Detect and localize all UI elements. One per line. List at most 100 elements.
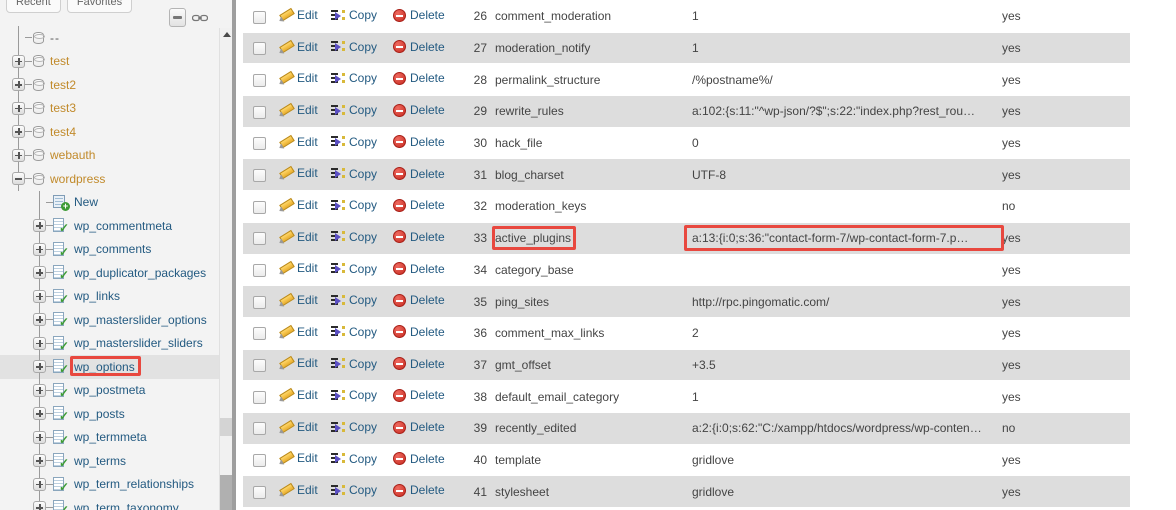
table-row[interactable]: Edit Copy Delete 29 rewrite_rules a:102:{s:11… (243, 95, 1130, 128)
delete-link[interactable]: Delete (393, 325, 445, 339)
edit-link[interactable]: Edit (279, 483, 318, 497)
table-row[interactable]: Edit Copy Delete 39 recently_edited a:2:{i:0;… (243, 411, 1130, 445)
tree-item-wp-terms[interactable]: ✓ wp_terms (0, 449, 219, 473)
row-select-cell[interactable] (243, 380, 275, 413)
row-select-cell[interactable] (243, 0, 275, 33)
tree-item-webauth[interactable]: webauth (0, 143, 219, 167)
row-checkbox[interactable] (252, 168, 266, 182)
expand-plus-icon[interactable] (33, 360, 46, 374)
copy-link[interactable]: Copy (331, 357, 377, 371)
table-row[interactable]: Edit Copy Delete 28 permalink_structure/%pos… (243, 63, 1130, 96)
delete-link[interactable]: Delete (393, 452, 445, 466)
edit-link[interactable]: Edit (279, 8, 318, 22)
row-select-cell[interactable] (243, 221, 275, 254)
delete-link[interactable]: Delete (393, 420, 445, 434)
copy-link[interactable]: Copy (331, 40, 377, 54)
row-checkbox[interactable] (252, 454, 266, 468)
edit-cell[interactable]: Edit (275, 158, 327, 191)
expand-plus-icon[interactable] (33, 313, 46, 327)
delete-cell[interactable]: Delete (389, 221, 461, 254)
collapse-minus-icon[interactable] (12, 172, 25, 186)
edit-cell[interactable]: Edit (275, 31, 327, 64)
row-select-cell[interactable] (243, 443, 275, 476)
collapse-all-icon[interactable] (169, 8, 186, 27)
copy-link[interactable]: Copy (331, 198, 377, 212)
table-row[interactable]: Edit Copy Delete 33 active_plugins a:13:{i:0;… (243, 221, 1130, 254)
copy-link[interactable]: Copy (331, 167, 377, 181)
row-checkbox[interactable] (252, 137, 266, 151)
delete-link[interactable]: Delete (393, 103, 445, 117)
tree-item-wp-duplicator-packages[interactable]: ✓ wp_duplicator_packages (0, 261, 219, 285)
row-checkbox[interactable] (252, 232, 266, 246)
row-checkbox[interactable] (252, 10, 266, 24)
delete-link[interactable]: Delete (393, 357, 445, 371)
copy-cell[interactable]: Copy (327, 190, 389, 223)
row-select-cell[interactable] (243, 158, 275, 191)
edit-cell[interactable]: Edit (275, 380, 327, 413)
delete-cell[interactable]: Delete (389, 253, 461, 286)
delete-cell[interactable]: Delete (389, 95, 461, 128)
delete-cell[interactable]: Delete (389, 31, 461, 64)
tree-item-test3[interactable]: test3 (0, 96, 219, 120)
edit-link[interactable]: Edit (279, 71, 318, 85)
delete-link[interactable]: Delete (393, 40, 445, 54)
tree-item-test[interactable]: test (0, 49, 219, 73)
delete-cell[interactable]: Delete (389, 475, 461, 508)
copy-cell[interactable]: Copy (327, 31, 389, 64)
delete-cell[interactable]: Delete (389, 411, 461, 445)
delete-cell[interactable]: Delete (389, 158, 461, 191)
delete-link[interactable]: Delete (393, 167, 445, 181)
row-checkbox[interactable] (252, 200, 266, 214)
table-row[interactable]: Edit Copy Delete 34 category_base yes (243, 253, 1130, 286)
tree-item--[interactable]: -- (0, 26, 219, 50)
edit-link[interactable]: Edit (279, 135, 318, 149)
row-checkbox[interactable] (252, 42, 266, 56)
table-row[interactable]: Edit Copy Delete 40 template gridlove yes (243, 443, 1130, 476)
expand-plus-icon[interactable] (33, 407, 46, 421)
edit-cell[interactable]: Edit (275, 221, 327, 254)
tree-item-wp-termmeta[interactable]: ✓ wp_termmeta (0, 425, 219, 449)
tree-item-test2[interactable]: test2 (0, 73, 219, 97)
link-panel-icon[interactable] (192, 12, 208, 23)
copy-cell[interactable]: Copy (327, 316, 389, 350)
copy-link[interactable]: Copy (331, 71, 377, 85)
row-checkbox[interactable] (252, 295, 266, 309)
expand-plus-icon[interactable] (33, 383, 46, 397)
tree-item-wp-masterslider-options[interactable]: ✓ wp_masterslider_options (0, 308, 219, 332)
table-row[interactable]: Edit Copy Delete 41 stylesheet gridlove yes (243, 475, 1130, 508)
copy-cell[interactable]: Copy (327, 411, 389, 445)
row-checkbox[interactable] (252, 264, 266, 277)
copy-cell[interactable]: Copy (327, 63, 389, 96)
copy-link[interactable]: Copy (331, 293, 377, 307)
edit-link[interactable]: Edit (279, 420, 318, 434)
tree-item-wp-links[interactable]: ✓ wp_links (0, 284, 219, 308)
copy-link[interactable]: Copy (331, 420, 377, 434)
table-row[interactable]: Edit Copy Delete 35 ping_sites http://rpc.pin… (243, 285, 1130, 318)
row-select-cell[interactable] (243, 475, 275, 508)
row-checkbox[interactable] (252, 390, 266, 404)
tree-item-wp-postmeta[interactable]: ✓ wp_postmeta (0, 378, 219, 402)
copy-cell[interactable]: Copy (327, 443, 389, 476)
row-select-cell[interactable] (243, 63, 275, 96)
delete-cell[interactable]: Delete (389, 316, 461, 350)
tab-favorites[interactable]: Favorites (66, 0, 133, 13)
delete-cell[interactable]: Delete (389, 443, 461, 476)
table-row[interactable]: Edit Copy Delete 32 moderation_keys no (243, 190, 1130, 223)
expand-plus-icon[interactable] (33, 219, 46, 233)
expand-plus-icon[interactable] (33, 501, 46, 510)
edit-link[interactable]: Edit (279, 261, 318, 275)
delete-link[interactable]: Delete (393, 230, 445, 244)
edit-link[interactable]: Edit (279, 293, 318, 307)
tree-item-wp-term-taxonomy[interactable]: ✓ wp_term_taxonomy (0, 496, 219, 510)
copy-link[interactable]: Copy (331, 135, 377, 149)
edit-link[interactable]: Edit (279, 40, 318, 54)
copy-link[interactable]: Copy (331, 8, 377, 22)
row-select-cell[interactable] (243, 348, 275, 381)
edit-cell[interactable]: Edit (275, 63, 327, 96)
copy-cell[interactable]: Copy (327, 0, 389, 33)
copy-cell[interactable]: Copy (327, 475, 389, 508)
tree-item-test4[interactable]: test4 (0, 120, 219, 144)
delete-link[interactable]: Delete (393, 71, 445, 85)
row-select-cell[interactable] (243, 253, 275, 286)
delete-cell[interactable]: Delete (389, 0, 461, 33)
